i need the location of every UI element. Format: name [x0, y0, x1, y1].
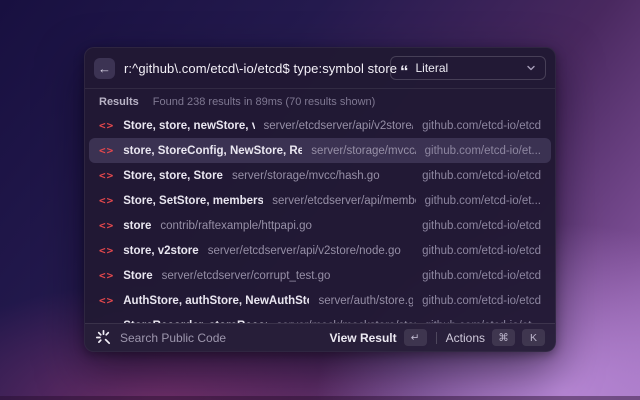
results-header: Results Found 238 results in 89ms (70 re… [85, 89, 555, 111]
result-symbols: AuthStore, authStore, NewAuthStore [123, 294, 310, 307]
search-query-text: r:^github\.com/etcd\-io/etcd$ type:symbo… [124, 60, 398, 76]
result-path: server/etcdserver/api/v2store/store.go [263, 119, 414, 132]
result-symbols: Store, store, Store [123, 169, 223, 182]
result-row[interactable]: <> AuthStore, authStore, NewAuthStore serv… [89, 288, 551, 313]
results-list: <> Store, store, newStore, v2store server/… [85, 111, 555, 323]
result-symbols: store, StoreConfig, NewStore, Restore, r… [123, 144, 302, 157]
results-summary: Found 238 results in 89ms (70 results sh… [152, 96, 376, 108]
symbol-code-icon: <> [99, 269, 115, 282]
result-row[interactable]: <> Store server/etcdserver/corrupt_test.go… [89, 263, 551, 288]
search-modal: ← r:^github\.com/etcd\-io/etcd$ type:sym… [84, 47, 556, 352]
result-repo: github.com/etcd-io/et... [424, 194, 541, 207]
symbol-code-icon: <> [99, 194, 115, 207]
footer-actions: View Result ↵ Actions ⌘ K [330, 329, 545, 346]
result-symbols: store [123, 219, 152, 232]
symbol-code-icon: <> [99, 244, 115, 257]
symbol-code-icon: <> [99, 169, 115, 182]
enter-key-icon: ↵ [403, 329, 427, 346]
result-symbols: Store, SetStore, membersFromStore,... [123, 194, 264, 207]
result-row[interactable]: <> Store, store, newStore, v2store server/… [89, 113, 551, 138]
result-row[interactable]: <> store, StoreConfig, NewStore, Restore,… [89, 138, 551, 163]
footer-bar: Search Public Code View Result ↵ Actions… [85, 323, 555, 351]
desktop-bottom-edge [0, 396, 640, 400]
result-repo: github.com/etcd-io/et... [424, 144, 541, 157]
search-bar: ← r:^github\.com/etcd\-io/etcd$ type:sym… [85, 48, 555, 89]
app-label: Search Public Code [120, 330, 227, 345]
search-input[interactable]: r:^github\.com/etcd\-io/etcd$ type:symbo… [124, 61, 397, 76]
cmd-key-icon: ⌘ [492, 329, 515, 346]
result-repo: github.com/etcd-io/etcd [422, 219, 541, 232]
result-row[interactable]: <>StoreRecorder, storeRecorder, mockst..… [89, 313, 551, 323]
result-row[interactable]: <> store contrib/raftexample/httpapi.go git… [89, 213, 551, 238]
chevron-down-icon [526, 63, 536, 73]
literal-quote-icon: “ [400, 62, 409, 81]
symbol-code-icon: <> [99, 119, 115, 132]
result-row[interactable]: <> Store, SetStore, membersFromStore,... s… [89, 188, 551, 213]
pattern-type-label: Literal [415, 61, 449, 75]
view-result-button[interactable]: View Result [330, 331, 397, 345]
actions-button[interactable]: Actions [446, 331, 485, 345]
symbol-code-icon: <> [99, 144, 115, 157]
result-row[interactable]: <> Store, store, Store server/storage/mvcc… [89, 163, 551, 188]
result-path: server/etcdserver/api/v2store/node.go [207, 244, 401, 257]
result-path: server/etcdserver/api/membership/cluste.… [272, 194, 415, 207]
symbol-code-icon: <> [99, 219, 115, 232]
result-path: contrib/raftexample/httpapi.go [160, 219, 312, 232]
result-path: server/auth/store.go [318, 294, 414, 307]
results-section-label: Results [99, 96, 139, 108]
back-button[interactable]: ← [94, 57, 115, 79]
result-repo: github.com/etcd-io/etcd [422, 269, 541, 282]
sparkle-logo-icon [95, 329, 112, 346]
result-path: server/storage/mvcc/hash.go [231, 169, 380, 182]
result-repo: github.com/etcd-io/etcd [422, 294, 541, 307]
result-path: server/storage/mvcc/kvstore.go [311, 144, 415, 157]
footer-divider [435, 331, 437, 344]
result-path: server/etcdserver/corrupt_test.go [161, 269, 331, 282]
result-symbols: Store, store, newStore, v2store [123, 119, 254, 132]
result-repo: github.com/etcd-io/etcd [422, 244, 541, 257]
result-repo: github.com/etcd-io/etcd [422, 119, 541, 132]
result-row[interactable]: <> store, v2store server/etcdserver/api/v2… [89, 238, 551, 263]
pattern-type-dropdown[interactable]: “ Literal [390, 56, 546, 80]
symbol-code-icon: <> [99, 294, 115, 307]
result-symbols: Store [123, 269, 153, 282]
result-symbols: store, v2store [123, 244, 199, 257]
result-repo: github.com/etcd-io/etcd [422, 169, 541, 182]
k-key-badge: K [522, 329, 545, 346]
